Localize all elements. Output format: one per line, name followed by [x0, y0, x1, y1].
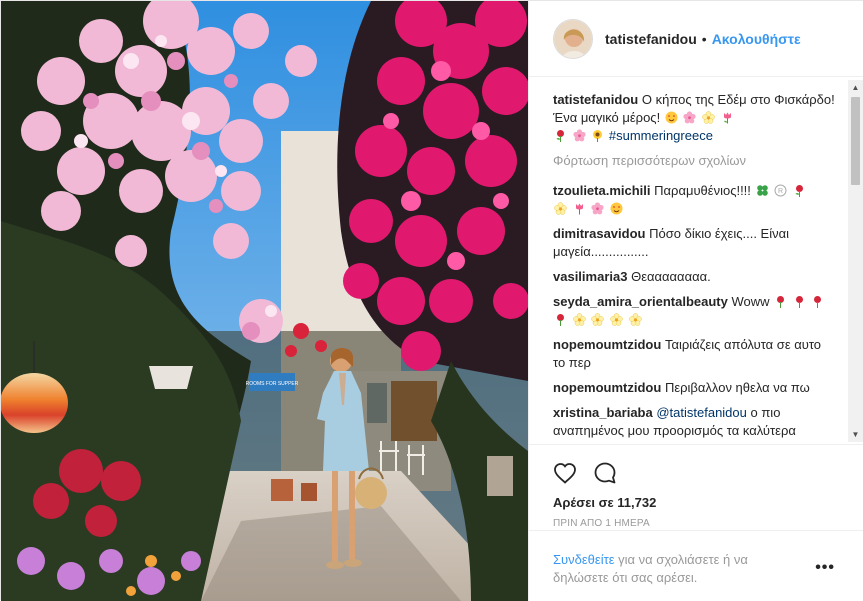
- garden-photo-illustration: ROOMS FOR SUPPER: [1, 1, 528, 601]
- sunflower-icon: [591, 129, 604, 142]
- separator-dot: •: [701, 30, 707, 47]
- more-options-ellipsis-icon[interactable]: •••: [815, 559, 835, 577]
- caption-username[interactable]: tatistefanidou: [553, 92, 638, 107]
- comment-text: Θεαααααααα.: [631, 269, 711, 284]
- blossom-icon: [628, 313, 642, 326]
- instagram-post: ROOMS FOR SUPPER tatistefanidou • Ακολου…: [0, 0, 863, 601]
- comment-username[interactable]: nopemoumtzidou: [553, 380, 661, 395]
- post-timestamp[interactable]: ΠΡΙΝ ΑΠΟ 1 ΗΜΕΡΑ: [553, 518, 841, 529]
- rose-icon: [793, 295, 806, 308]
- blossom-icon: [702, 111, 715, 124]
- registered-icon: R: [774, 184, 787, 197]
- login-prompt: Συνδεθείτε για να σχολιάσετε ή να δηλώσε…: [529, 530, 863, 601]
- comment-username[interactable]: nopemoumtzidou: [553, 337, 661, 352]
- comment-item: nopemoumtzidou Ταιριάζεις απόλυτα σε αυτ…: [553, 336, 835, 372]
- tulip-icon: [721, 111, 734, 124]
- comment-username[interactable]: dimitrasavidou: [553, 226, 645, 241]
- comments-list[interactable]: tatistefanidou Ο κήπος της Εδέμ στο Φισκ…: [529, 78, 863, 444]
- photo-sign: ROOMS FOR SUPPER: [246, 381, 299, 387]
- login-prompt-text: Συνδεθείτε για να σχολιάσετε ή να δηλώσε…: [553, 551, 783, 587]
- comment-item: dimitrasavidou Πόσο δίκιο έχεις.... Είνα…: [553, 225, 835, 261]
- comment-username[interactable]: vasilimaria3: [553, 269, 627, 284]
- follow-button[interactable]: Ακολουθήστε: [712, 31, 801, 47]
- cherry-blossom-icon: [573, 129, 586, 142]
- scroll-up-arrow-icon[interactable]: ▲: [848, 80, 863, 95]
- cherry-blossom-icon: [591, 202, 604, 215]
- comment-item: vasilimaria3 Θεαααααααα.: [553, 268, 835, 286]
- rose-icon: [793, 184, 806, 197]
- rose-icon: [554, 129, 567, 142]
- comment-username[interactable]: tzoulieta.michili: [553, 183, 651, 198]
- comment-username[interactable]: xristina_bariaba: [553, 405, 653, 420]
- post-side-panel: tatistefanidou • Ακολουθήστε tatistefani…: [528, 1, 863, 601]
- star-struck-emoji-icon: [665, 111, 678, 124]
- rose-icon: [774, 295, 787, 308]
- comment-username[interactable]: seyda_amira_orientalbeauty: [553, 294, 728, 309]
- hashtag-link[interactable]: #summeringreece: [609, 128, 713, 143]
- comment-text: Περιβαλλον ηθελα να πω: [664, 380, 810, 395]
- four-leaf-clover-icon: [756, 184, 769, 197]
- comment-text: Woww: [731, 294, 770, 309]
- blossom-icon: [572, 313, 586, 326]
- comment-item: tzoulieta.michili Παραμυθένιος!!!! R: [553, 182, 835, 218]
- comment-mention[interactable]: @tatistefanidou: [656, 405, 747, 420]
- username-link[interactable]: tatistefanidou: [605, 31, 697, 47]
- heart-outline-icon[interactable]: [553, 459, 593, 487]
- blossom-icon: [591, 313, 604, 326]
- post-actions: Αρέσει σε 11,732 ΠΡΙΝ ΑΠΟ 1 ΗΜΕΡΑ: [529, 444, 863, 529]
- scrollbar-thumb[interactable]: [851, 97, 860, 185]
- comment-item: seyda_amira_orientalbeauty Woww: [553, 293, 835, 329]
- blossom-icon: [610, 313, 623, 326]
- comment-text: Παραμυθένιος!!!!: [654, 183, 751, 198]
- login-link[interactable]: Συνδεθείτε: [553, 552, 615, 567]
- comment-item: xristina_bariaba @tatistefanidou ο πιο α…: [553, 404, 835, 440]
- rose-icon: [811, 295, 824, 308]
- speech-bubble-icon[interactable]: [593, 459, 633, 487]
- blossom-icon: [554, 202, 567, 215]
- svg-text:R: R: [778, 188, 783, 195]
- load-more-comments[interactable]: Φόρτωση περισσότερων σχολίων: [553, 152, 835, 170]
- likes-count[interactable]: Αρέσει σε 11,732: [553, 495, 841, 510]
- comments-scrollbar[interactable]: ▲ ▼: [848, 80, 863, 442]
- scroll-down-arrow-icon[interactable]: ▼: [848, 427, 863, 442]
- post-photo[interactable]: ROOMS FOR SUPPER: [1, 1, 528, 601]
- rose-icon: [554, 313, 567, 326]
- post-header: tatistefanidou • Ακολουθήστε: [529, 1, 863, 77]
- tulip-icon: [573, 202, 586, 215]
- comment-item: nopemoumtzidou Περιβαλλον ηθελα να πω: [553, 379, 835, 397]
- star-struck-emoji-icon: [610, 202, 623, 215]
- caption: tatistefanidou Ο κήπος της Εδέμ στο Φισκ…: [553, 91, 835, 145]
- cherry-blossom-icon: [683, 111, 697, 124]
- avatar[interactable]: [553, 18, 593, 59]
